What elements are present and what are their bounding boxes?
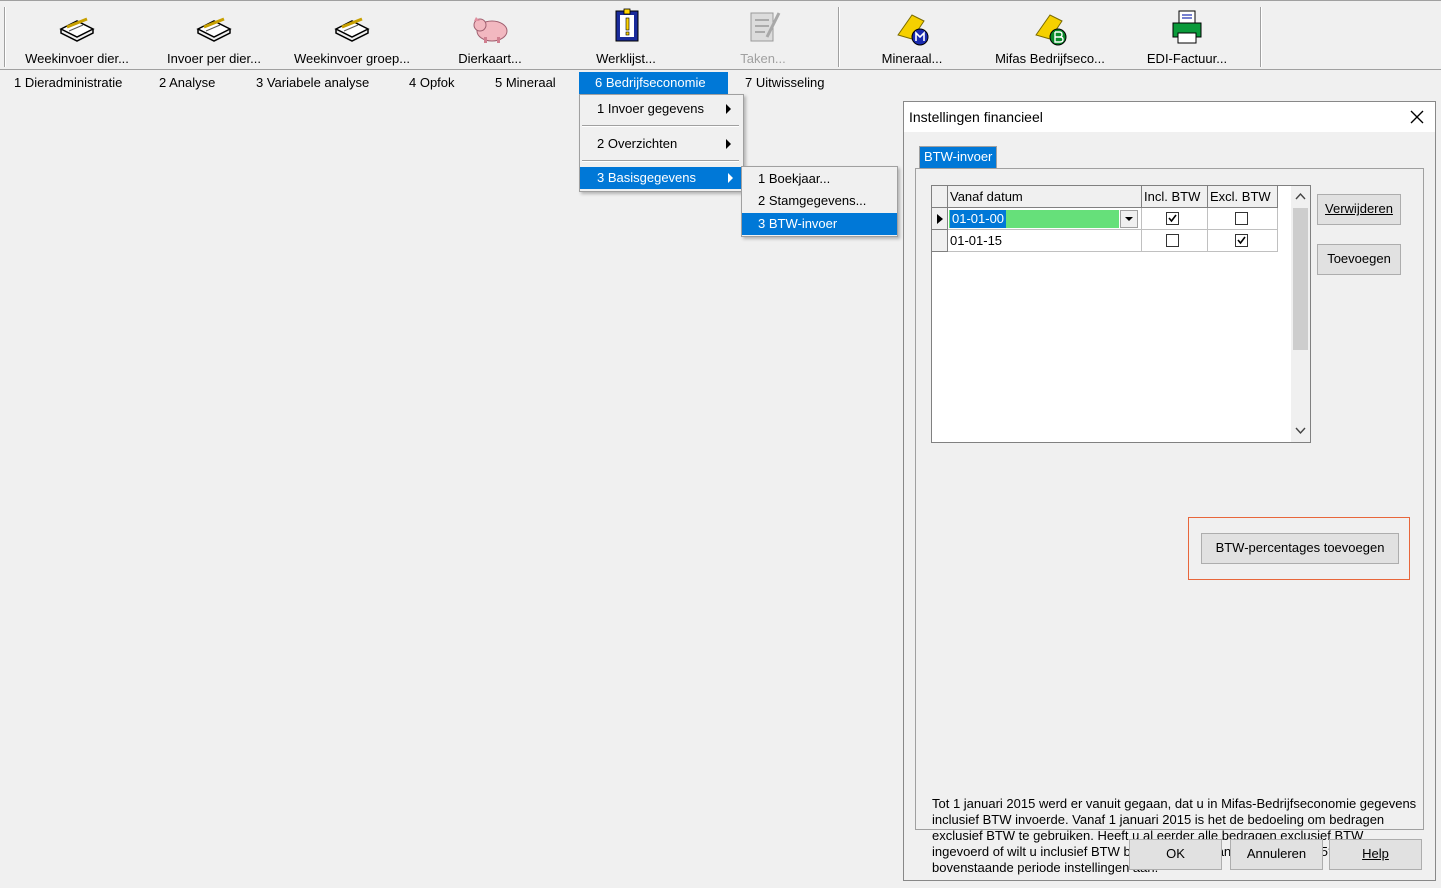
toolbar-button-werklijst[interactable]: Werklijst... (580, 5, 672, 67)
scroll-up-icon[interactable] (1291, 188, 1310, 206)
toolbar-separator (838, 7, 840, 67)
printer-icon (1172, 10, 1202, 44)
toolbar-button-label: EDI-Factuur... (1146, 51, 1228, 66)
date-value: 01-01-15 (950, 233, 1003, 248)
help-button[interactable]: Help (1329, 839, 1422, 870)
menu-bar: 1 Dieradministratie 2 Analyse 3 Variabel… (0, 72, 1441, 94)
btw-grid[interactable]: Vanaf datum Incl. BTW Excl. BTW 01-01-00 (931, 185, 1311, 443)
menu-uitwisseling[interactable]: 7 Uitwisseling (739, 72, 830, 94)
menu-opfok[interactable]: 4 Opfok (403, 72, 461, 94)
tab-panel: Vanaf datum Incl. BTW Excl. BTW 01-01-00 (915, 168, 1424, 875)
date-editor[interactable]: 01-01-00 (949, 210, 1119, 228)
menu-item-basisgegevens[interactable]: 3 Basisgegevens (580, 167, 741, 189)
toolbar-separator (1260, 7, 1262, 67)
mifas-b-icon (1035, 14, 1067, 46)
notebook-pencil-icon (334, 17, 370, 42)
submenu-arrow-icon (728, 173, 733, 183)
toolbar-button-label: Weekinvoer dier... (25, 51, 129, 66)
menu-item-boekjaar[interactable]: 1 Boekjaar... (744, 168, 895, 190)
verwijderen-button[interactable]: Verwijderen (1317, 194, 1401, 225)
button-label: Help (1362, 846, 1389, 861)
current-row-arrow-icon (937, 214, 943, 224)
toolbar: Weekinvoer dier... Invoer per dier... We… (0, 0, 1441, 70)
tab-btw-invoer[interactable]: BTW-invoer (919, 146, 998, 168)
column-header-incl-btw[interactable]: Incl. BTW (1142, 186, 1208, 208)
column-header-excl-btw[interactable]: Excl. BTW (1208, 186, 1278, 208)
incl-btw-checkbox[interactable] (1166, 212, 1179, 225)
toolbar-button-label: Mifas Bedrijfseco... (995, 51, 1105, 66)
scroll-down-icon[interactable] (1291, 422, 1310, 440)
grid-vertical-scrollbar[interactable] (1291, 186, 1310, 442)
menu-variabele-analyse[interactable]: 3 Variabele analyse (250, 72, 375, 94)
pig-icon (473, 17, 508, 43)
incl-btw-cell[interactable] (1142, 230, 1208, 252)
basisgegevens-submenu: 1 Boekjaar... 2 Stamgegevens... 3 BTW-in… (741, 166, 898, 237)
toevoegen-button[interactable]: Toevoegen (1317, 244, 1401, 275)
btw-percentages-toevoegen-button[interactable]: BTW-percentages toevoegen (1201, 533, 1399, 564)
toolbar-button-label: Dierkaart... (458, 51, 522, 66)
scrollbar-thumb[interactable] (1293, 208, 1308, 350)
toolbar-button-mifas-bedrijfseco[interactable]: Mifas Bedrijfseco... (986, 5, 1114, 67)
dialog-title: Instellingen financieel (909, 109, 1043, 125)
menu-bedrijfseconomie[interactable]: 6 Bedrijfseconomie (579, 72, 728, 94)
ok-button[interactable]: OK (1129, 839, 1222, 870)
clipboard-warning-icon (615, 8, 639, 42)
excl-btw-cell[interactable] (1208, 230, 1278, 252)
button-label: Verwijderen (1325, 201, 1393, 216)
menu-item-label: 1 Invoer gegevens (597, 101, 704, 116)
date-value: 01-01-00 (950, 210, 1007, 228)
menu-mineraal[interactable]: 5 Mineraal (489, 72, 562, 94)
close-icon[interactable] (1407, 107, 1427, 127)
toolbar-button-invoer-per-dier[interactable]: Invoer per dier... (156, 5, 272, 67)
chevron-down-icon (1125, 217, 1133, 221)
toolbar-button-mineraal[interactable]: Mineraal... (866, 5, 958, 67)
notebook-pencil-icon (196, 17, 232, 42)
checkmark-icon (1237, 236, 1246, 245)
toolbar-button-label: Weekinvoer groep... (293, 51, 411, 66)
bedrijfseconomie-dropdown: 1 Invoer gegevens 2 Overzichten 3 Basisg… (579, 94, 744, 192)
table-row[interactable]: 01-01-00 (948, 208, 1142, 230)
toolbar-button-taken[interactable]: Taken... (720, 5, 806, 67)
menu-item-label: 3 Basisgegevens (597, 170, 697, 185)
grid-corner (932, 186, 948, 208)
date-dropdown-button[interactable] (1120, 210, 1138, 228)
row-indicator (932, 208, 948, 230)
toolbar-button-weekinvoer-groep[interactable]: Weekinvoer groep... (284, 5, 420, 67)
instellingen-financieel-dialog: Instellingen financieel BTW-invoer Vanaf… (903, 101, 1436, 881)
excl-btw-checkbox[interactable] (1235, 234, 1248, 247)
toolbar-separator (4, 7, 6, 67)
dialog-title-bar: Instellingen financieel (904, 102, 1435, 132)
table-row[interactable]: 01-01-15 (948, 230, 1142, 252)
menu-separator (582, 160, 739, 162)
toolbar-button-label: Taken... (740, 51, 786, 66)
toolbar-button-label: Werklijst... (596, 51, 656, 66)
excl-btw-checkbox[interactable] (1235, 212, 1248, 225)
menu-dieradministratie[interactable]: 1 Dieradministratie (8, 72, 128, 94)
toolbar-button-label: Mineraal... (881, 51, 943, 66)
incl-btw-cell[interactable] (1142, 208, 1208, 230)
checkmark-icon (1168, 214, 1177, 223)
incl-btw-checkbox[interactable] (1166, 234, 1179, 247)
tasks-icon (750, 12, 781, 42)
excl-btw-cell[interactable] (1208, 208, 1278, 230)
notebook-pencil-icon (59, 17, 95, 42)
menu-separator (582, 125, 739, 127)
annuleren-button[interactable]: Annuleren (1230, 839, 1323, 870)
column-header-vanaf-datum[interactable]: Vanaf datum (948, 186, 1142, 208)
row-indicator (932, 230, 948, 252)
toolbar-button-label: Invoer per dier... (167, 51, 261, 66)
menu-item-invoer-gegevens[interactable]: 1 Invoer gegevens (582, 98, 739, 120)
submenu-arrow-icon (726, 104, 731, 114)
toolbar-button-weekinvoer-dier[interactable]: Weekinvoer dier... (14, 5, 140, 67)
menu-item-btw-invoer[interactable]: 3 BTW-invoer (742, 213, 897, 235)
menu-item-label: 2 Overzichten (597, 136, 678, 151)
toolbar-button-edi-factuur[interactable]: EDI-Factuur... (1136, 5, 1238, 67)
menu-analyse[interactable]: 2 Analyse (153, 72, 221, 94)
toolbar-button-dierkaart[interactable]: Dierkaart... (442, 5, 538, 67)
menu-item-stamgegevens[interactable]: 2 Stamgegevens... (744, 190, 895, 212)
mineral-m-icon (897, 14, 929, 46)
submenu-arrow-icon (726, 139, 731, 149)
menu-item-overzichten[interactable]: 2 Overzichten (582, 133, 739, 155)
